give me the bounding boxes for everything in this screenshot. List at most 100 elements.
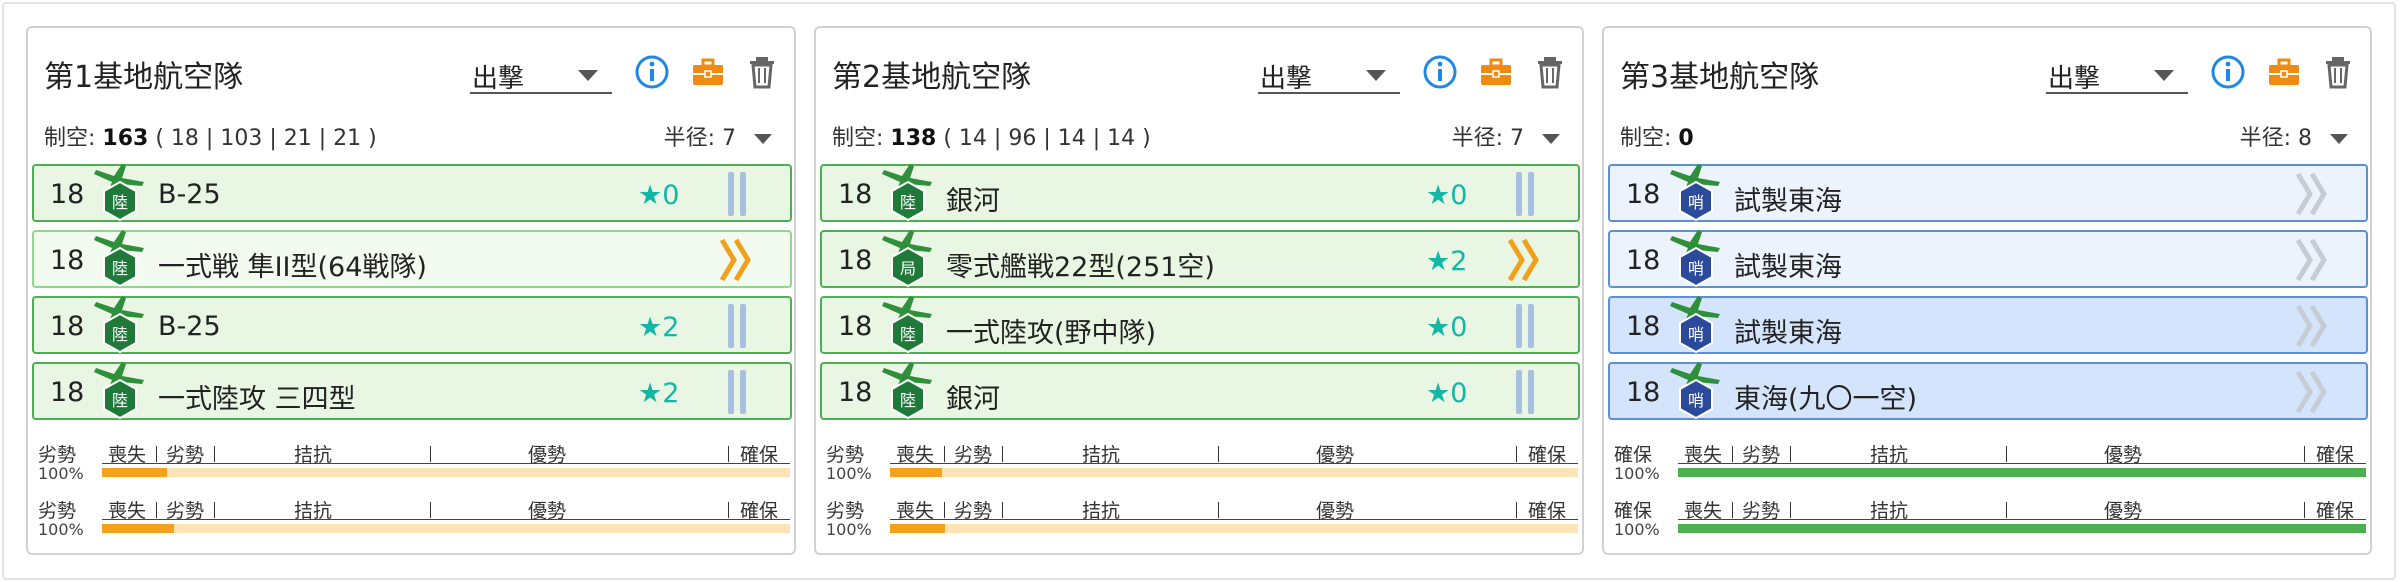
- equipment-slot[interactable]: 18 陸 一式陸攻 三四型 ★2: [32, 362, 792, 420]
- scale-line: [102, 463, 790, 464]
- base-air-corps-panel: 第1基地航空隊 出撃 制空: 163 ( 18 | 103 | 21 | 21 ) 半…: [26, 26, 796, 555]
- panel-title: 第3基地航空隊: [1620, 60, 1820, 95]
- air-power-readout: 制空: 163 ( 18 | 103 | 21 | 21 ): [44, 120, 377, 152]
- equipment-slot[interactable]: 18 陸 B-25 ★0: [32, 164, 792, 222]
- air-state-percent: 100%: [1614, 520, 1660, 539]
- equipment-slot[interactable]: 18 哨 試製東海: [1608, 296, 2368, 354]
- info-icon[interactable]: [632, 52, 672, 92]
- air-state-percent: 100%: [1614, 464, 1660, 483]
- svg-text:陸: 陸: [900, 391, 916, 410]
- equipment-slot[interactable]: 18 陸 銀河 ★0: [820, 164, 1580, 222]
- equipment-slot[interactable]: 18 哨 試製東海: [1608, 230, 2368, 288]
- trash-icon[interactable]: [1530, 52, 1570, 92]
- chevron-down-icon: [2330, 134, 2348, 144]
- mode-select[interactable]: 出撃: [470, 58, 612, 94]
- air-state-track: [1678, 468, 2366, 477]
- radius-value: 7: [1510, 126, 1524, 151]
- air-power-value: 138: [890, 126, 937, 151]
- aircraft-icon: 陸: [880, 358, 936, 422]
- info-icon[interactable]: [1420, 52, 1460, 92]
- scale-divider: [214, 502, 215, 518]
- air-state-fill: [1678, 524, 2366, 533]
- air-power-detail: ( 18 | 103 | 21 | 21 ): [155, 126, 377, 151]
- radius-label: 半径:: [2239, 126, 2291, 151]
- chevron-down-icon: [1542, 134, 1560, 144]
- equipment-name: 銀河: [946, 186, 1000, 217]
- mode-select[interactable]: 出撃: [1258, 58, 1400, 94]
- scale-line: [890, 519, 1578, 520]
- equipment-name: 一式戦 隼II型(64戦隊): [158, 252, 427, 283]
- mode-select-value: 出撃: [2048, 64, 2101, 94]
- aircraft-icon: 陸: [880, 292, 936, 356]
- svg-text:陸: 陸: [900, 325, 916, 344]
- air-state-bar: 劣勢 100% 喪失 劣勢 拮抗 優勢 確保: [38, 440, 790, 490]
- svg-text:陸: 陸: [112, 259, 128, 278]
- proficiency-bars-icon: [718, 368, 758, 416]
- equipment-name: B-25: [158, 311, 221, 342]
- air-state-bar: 劣勢 100% 喪失 劣勢 拮抗 優勢 確保: [826, 496, 1578, 546]
- scale-divider: [1790, 446, 1791, 462]
- equipment-name: 一式陸攻 三四型: [158, 384, 356, 415]
- equipment-slot[interactable]: 18 陸 一式戦 隼II型(64戦隊): [32, 230, 792, 288]
- air-power-value: 0: [1678, 126, 1694, 151]
- chevron-down-icon: [578, 70, 598, 81]
- scale-divider: [728, 446, 729, 462]
- scale-divider: [1516, 446, 1517, 462]
- air-state-percent: 100%: [38, 520, 84, 539]
- scale-divider: [1218, 446, 1219, 462]
- chevron-down-icon: [1366, 70, 1386, 81]
- air-state-fill: [102, 524, 175, 533]
- slot-count: 18: [838, 311, 873, 342]
- info-icon[interactable]: [2208, 52, 2248, 92]
- mode-select-value: 出撃: [1260, 64, 1313, 94]
- equipment-slot[interactable]: 18 陸 B-25 ★2: [32, 296, 792, 354]
- improvement-level: ★2: [1426, 246, 1468, 277]
- aircraft-icon: 哨: [1668, 358, 1724, 422]
- briefcase-icon[interactable]: [2264, 52, 2304, 92]
- scale-line: [1678, 519, 2366, 520]
- air-power-detail: ( 14 | 96 | 14 | 14 ): [943, 126, 1151, 151]
- equipment-slot[interactable]: 18 哨 試製東海: [1608, 164, 2368, 222]
- air-power-label: 制空:: [832, 126, 884, 151]
- scale-divider: [430, 502, 431, 518]
- air-power-label: 制空:: [1620, 126, 1672, 151]
- equipment-slot[interactable]: 18 陸 一式陸攻(野中隊) ★0: [820, 296, 1580, 354]
- briefcase-icon[interactable]: [688, 52, 728, 92]
- svg-text:哨: 哨: [1688, 325, 1704, 344]
- scale-divider: [1516, 502, 1517, 518]
- trash-icon[interactable]: [2318, 52, 2358, 92]
- proficiency-bars-icon: [1506, 368, 1546, 416]
- trash-icon[interactable]: [742, 52, 782, 92]
- improvement-level: ★2: [638, 312, 680, 343]
- improvement-level: ★0: [1426, 378, 1468, 409]
- improvement-level: ★0: [1426, 312, 1468, 343]
- proficiency-chevron-icon: [718, 236, 758, 284]
- proficiency-bars-icon: [718, 302, 758, 350]
- svg-text:陸: 陸: [112, 193, 128, 212]
- proficiency-chevron-icon: [2294, 302, 2334, 350]
- svg-text:哨: 哨: [1688, 259, 1704, 278]
- improvement-level: ★0: [1426, 180, 1468, 211]
- air-state-fill: [1678, 468, 2366, 477]
- aircraft-icon: 陸: [92, 358, 148, 422]
- briefcase-icon[interactable]: [1476, 52, 1516, 92]
- proficiency-chevron-icon: [2294, 170, 2334, 218]
- equipment-name: 銀河: [946, 384, 1000, 415]
- equipment-slot[interactable]: 18 局 零式艦戦22型(251空) ★2: [820, 230, 1580, 288]
- air-state-label: 確保: [1614, 444, 1653, 466]
- scale-line: [102, 519, 790, 520]
- air-state-label: 劣勢: [38, 500, 77, 522]
- mode-select[interactable]: 出撃: [2046, 58, 2188, 94]
- scale-divider: [2304, 502, 2305, 518]
- equipment-slot[interactable]: 18 陸 銀河 ★0: [820, 362, 1580, 420]
- scale-divider: [944, 502, 945, 518]
- air-state-percent: 100%: [826, 464, 872, 483]
- equipment-slot[interactable]: 18 哨 東海(九〇一空): [1608, 362, 2368, 420]
- air-power-readout: 制空: 0: [1620, 120, 1694, 152]
- radius-select[interactable]: 半径: 7: [1452, 120, 1560, 152]
- slot-count: 18: [50, 179, 85, 210]
- air-state-track: [1678, 524, 2366, 533]
- air-power-readout: 制空: 138 ( 14 | 96 | 14 | 14 ): [832, 120, 1151, 152]
- radius-select[interactable]: 半径: 8: [2240, 120, 2348, 152]
- radius-select[interactable]: 半径: 7: [664, 120, 772, 152]
